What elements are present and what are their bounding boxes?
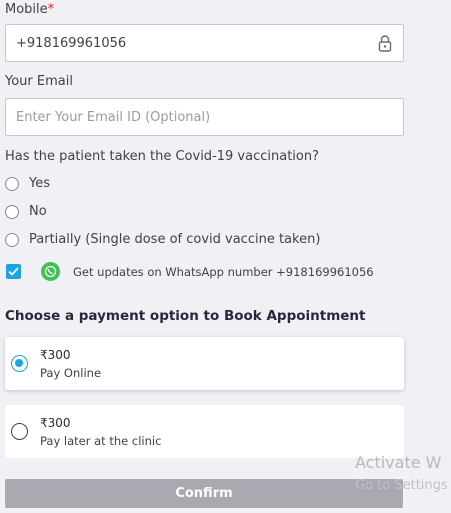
vaccination-option-no[interactable]: No: [5, 204, 47, 219]
option-label: Partially (Single dose of covid vaccine …: [29, 232, 321, 247]
payment-title: Choose a payment option to Book Appointm…: [5, 308, 366, 324]
whatsapp-label: Get updates on WhatsApp number +91816996…: [73, 264, 374, 279]
vaccination-option-yes[interactable]: Yes: [5, 176, 50, 191]
activation-watermark-title: Activate W: [355, 453, 442, 472]
email-label: Your Email: [5, 74, 73, 89]
whatsapp-optin[interactable]: Get updates on WhatsApp number +91816996…: [6, 262, 374, 281]
payment-description: Pay later at the clinic: [40, 433, 162, 448]
whatsapp-checkbox[interactable]: [6, 264, 21, 279]
email-placeholder: Enter Your Email ID (Optional): [16, 109, 211, 125]
vaccination-question: Has the patient taken the Covid-19 vacci…: [5, 149, 319, 164]
radio-button[interactable]: [5, 204, 19, 219]
payment-amount: ₹300: [40, 415, 71, 430]
option-label: No: [29, 204, 47, 219]
radio-button[interactable]: [5, 176, 19, 191]
mobile-field[interactable]: +918169961056: [5, 24, 404, 62]
vaccination-option-partially[interactable]: Partially (Single dose of covid vaccine …: [5, 232, 320, 247]
option-label: Yes: [29, 176, 50, 191]
payment-description: Pay Online: [40, 365, 102, 380]
confirm-button[interactable]: Confirm: [5, 479, 403, 508]
whatsapp-icon: [41, 262, 60, 281]
check-icon: [8, 267, 19, 276]
mobile-value: +918169961056: [16, 35, 127, 51]
email-field[interactable]: Enter Your Email ID (Optional): [5, 98, 404, 136]
payment-option-online[interactable]: ₹300 Pay Online: [5, 337, 404, 390]
lock-icon: [377, 34, 393, 52]
activation-watermark-subtitle: Go to Settings: [355, 478, 448, 493]
payment-option-clinic[interactable]: ₹300 Pay later at the clinic: [5, 405, 404, 458]
mobile-label: Mobile*: [5, 2, 55, 17]
radio-button[interactable]: [5, 232, 19, 247]
payment-radio[interactable]: [11, 423, 28, 440]
required-mark: *: [47, 2, 55, 17]
payment-amount: ₹300: [40, 347, 71, 362]
payment-radio-selected[interactable]: [11, 355, 28, 372]
